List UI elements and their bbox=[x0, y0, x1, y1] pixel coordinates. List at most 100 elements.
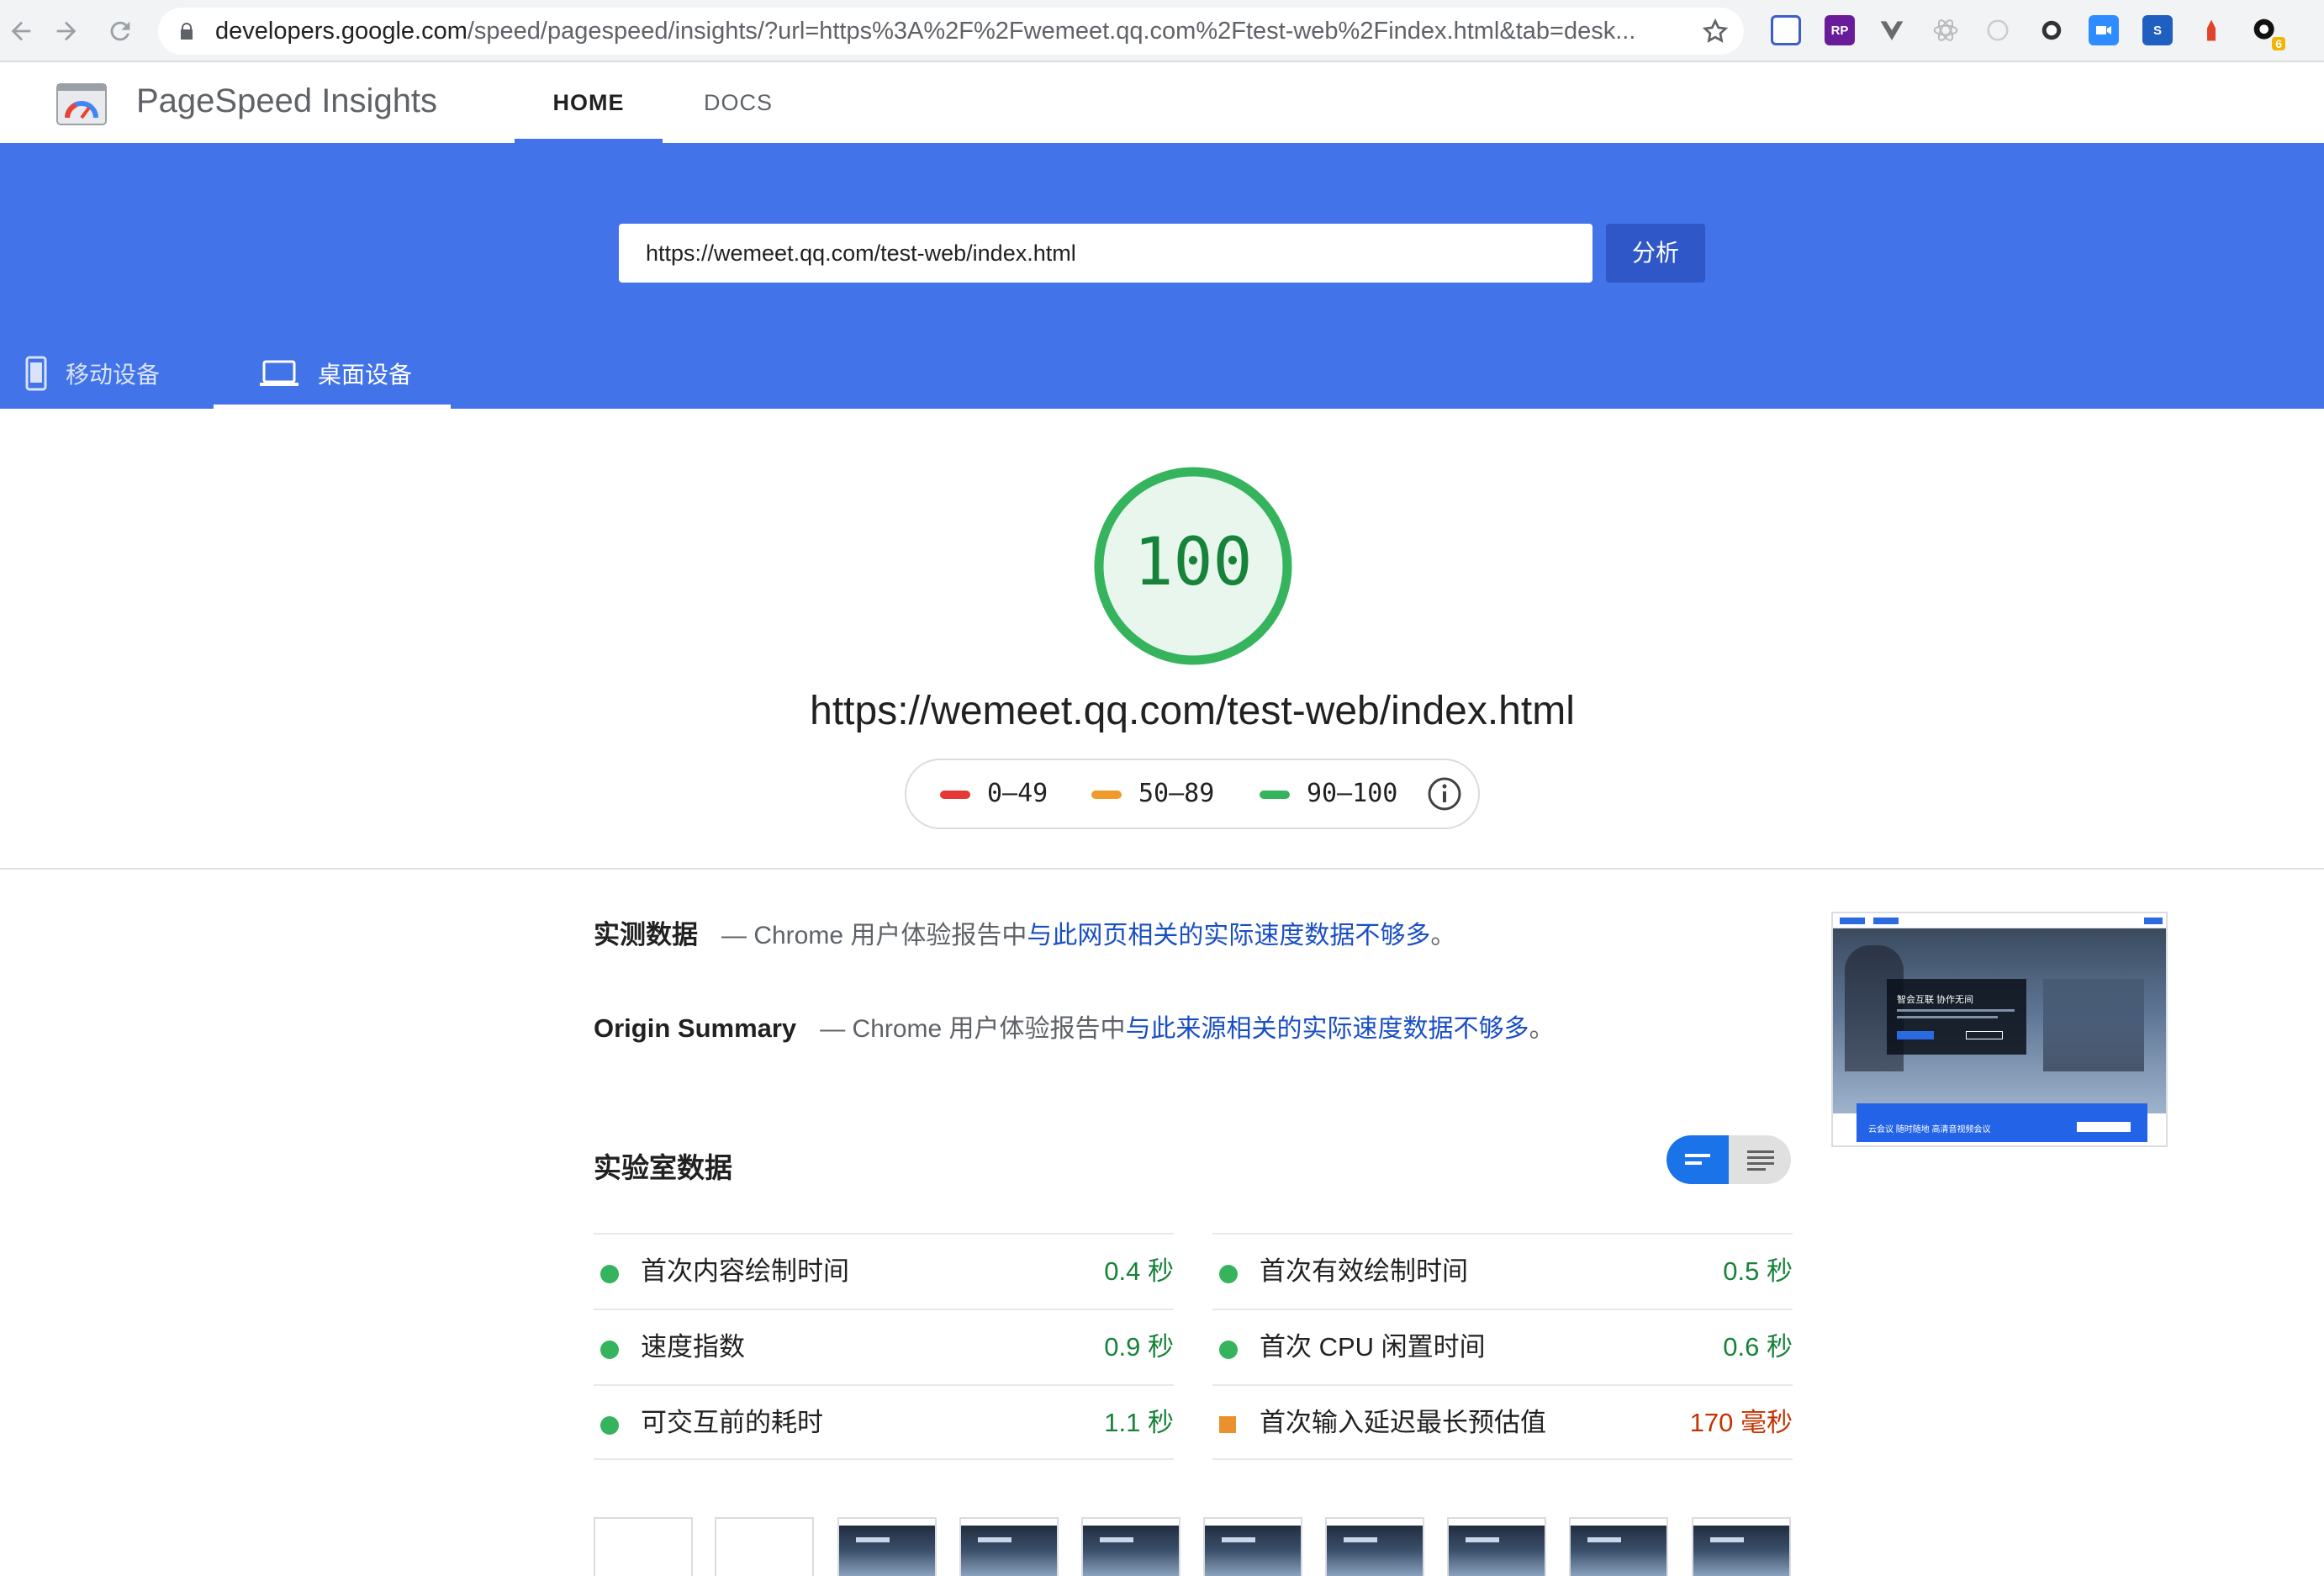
metrics-left-column: 首次内容绘制时间 0.4 秒 速度指数 0.9 秒 可交互前的耗时 1.1 秒 bbox=[594, 1233, 1174, 1460]
metric-row: 首次有效绘制时间 0.5 秒 bbox=[1212, 1233, 1793, 1309]
thumb-banner-text: 云会议 随时随地 高清音视频会议 bbox=[1868, 1125, 1991, 1134]
extension-globe-icon[interactable] bbox=[1771, 15, 1801, 45]
lock-icon bbox=[181, 23, 193, 40]
tab-desktop-label: 桌面设备 bbox=[318, 362, 413, 388]
pass-status-icon bbox=[600, 1265, 619, 1283]
legend-pass-label: 90–100 bbox=[1307, 779, 1398, 808]
forward-button[interactable] bbox=[45, 10, 87, 52]
compact-view-icon bbox=[1685, 1154, 1710, 1165]
metric-value: 1.1 秒 bbox=[1104, 1408, 1174, 1437]
metric-row: 首次输入延迟最长预估值 170 毫秒 bbox=[1212, 1384, 1793, 1460]
legend-average-swatch bbox=[1091, 791, 1122, 799]
metric-value: 0.9 秒 bbox=[1104, 1332, 1174, 1362]
metric-row: 首次内容绘制时间 0.4 秒 bbox=[594, 1233, 1174, 1309]
analysis-hero: 分析 移动设备 桌面设备 bbox=[0, 143, 2324, 409]
extension-person-icon[interactable] bbox=[2196, 15, 2226, 45]
info-icon[interactable] bbox=[1426, 775, 1463, 812]
extension-zoom-icon[interactable] bbox=[2089, 15, 2119, 45]
filmstrip-frame bbox=[1203, 1517, 1302, 1576]
metric-value: 170 毫秒 bbox=[1689, 1408, 1793, 1437]
field-data-link[interactable]: 与此网页相关的实际速度数据不够多 bbox=[1027, 922, 1430, 949]
extension-dark-circle-icon[interactable] bbox=[2036, 15, 2067, 45]
legend-fail-label: 0–49 bbox=[987, 779, 1048, 808]
filmstrip-frame bbox=[1692, 1517, 1791, 1576]
performance-score: 100 bbox=[1133, 525, 1253, 600]
metric-row: 首次 CPU 闲置时间 0.6 秒 bbox=[1212, 1309, 1793, 1384]
app-title: PageSpeed Insights bbox=[136, 82, 438, 119]
back-button[interactable] bbox=[0, 10, 42, 52]
thumb-hero-card: 智会互联 协作无间 bbox=[1887, 979, 2026, 1055]
nav-tab-home[interactable]: HOME bbox=[515, 62, 663, 143]
metric-row: 可交互前的耗时 1.1 秒 bbox=[594, 1384, 1174, 1460]
app-header: PageSpeed Insights HOME DOCS bbox=[0, 62, 2324, 143]
filmstrip-frame bbox=[837, 1517, 937, 1576]
section-divider bbox=[0, 868, 2324, 870]
toggle-compact-option[interactable] bbox=[1666, 1135, 1729, 1184]
thumb-banner: 云会议 随时随地 高清音视频会议 bbox=[1857, 1103, 2147, 1142]
filmstrip-frame bbox=[1081, 1517, 1180, 1576]
extension-vue-icon[interactable] bbox=[1877, 15, 1907, 45]
arrow-right-icon bbox=[56, 21, 77, 41]
metric-value: 0.6 秒 bbox=[1723, 1332, 1793, 1362]
extension-rp-icon[interactable]: RP bbox=[1825, 15, 1855, 45]
average-status-icon bbox=[1219, 1416, 1236, 1433]
field-data-heading: 实测数据 bbox=[594, 920, 698, 949]
score-legend: 0–49 50–89 90–100 bbox=[905, 759, 1480, 829]
legend-average-label: 50–89 bbox=[1138, 779, 1215, 808]
pass-status-icon bbox=[1219, 1265, 1238, 1283]
metric-value: 0.5 秒 bbox=[1723, 1256, 1793, 1286]
phone-icon bbox=[25, 356, 47, 391]
tab-mobile-label: 移动设备 bbox=[66, 362, 161, 388]
filmstrip-frame bbox=[959, 1517, 1059, 1576]
extension-circle-icon[interactable] bbox=[1983, 15, 2013, 45]
field-data-row: 实测数据 — Chrome 用户体验报告中与此网页相关的实际速度数据不够多。 bbox=[594, 913, 1455, 951]
pass-status-icon bbox=[1219, 1341, 1238, 1359]
metrics-view-toggle[interactable] bbox=[1666, 1135, 1791, 1184]
lab-data-heading: 实验室数据 bbox=[594, 1152, 732, 1183]
metric-label: 首次内容绘制时间 bbox=[641, 1256, 849, 1286]
reload-button[interactable] bbox=[99, 10, 141, 52]
filmstrip bbox=[594, 1517, 1793, 1576]
metrics-right-column: 首次有效绘制时间 0.5 秒 首次 CPU 闲置时间 0.6 秒 首次输入延迟最… bbox=[1212, 1233, 1793, 1460]
extension-badge-count: 6 bbox=[2272, 37, 2285, 50]
origin-summary-suffix: 。 bbox=[1529, 1015, 1555, 1043]
pass-status-icon bbox=[600, 1341, 619, 1359]
origin-summary-row: Origin Summary — Chrome 用户体验报告中与此来源相关的实际速… bbox=[594, 1007, 1555, 1044]
filmstrip-frame bbox=[1325, 1517, 1424, 1576]
filmstrip-frame bbox=[1569, 1517, 1668, 1576]
tab-mobile[interactable]: 移动设备 bbox=[25, 338, 193, 409]
bookmark-star-icon[interactable] bbox=[1702, 18, 1729, 45]
metric-row: 速度指数 0.9 秒 bbox=[594, 1309, 1174, 1384]
metric-value: 0.4 秒 bbox=[1104, 1256, 1174, 1286]
url-text: developers.google.com/speed/pagespeed/in… bbox=[215, 18, 1636, 45]
pass-status-icon bbox=[600, 1416, 619, 1435]
arrow-left-icon bbox=[11, 21, 31, 41]
tested-url: https://wemeet.qq.com/test-web/index.htm… bbox=[810, 689, 1575, 733]
laptop-icon bbox=[260, 360, 298, 386]
expanded-view-icon[interactable] bbox=[1746, 1149, 1776, 1171]
thumb-hero-image: 智会互联 协作无间 bbox=[1833, 928, 2166, 1113]
nav-tab-docs[interactable]: DOCS bbox=[691, 62, 785, 143]
legend-pass-swatch bbox=[1260, 791, 1290, 799]
field-data-suffix: 。 bbox=[1430, 922, 1456, 949]
pagespeed-logo-icon bbox=[56, 83, 107, 125]
metric-label: 速度指数 bbox=[641, 1332, 745, 1362]
origin-summary-text: — Chrome 用户体验报告中 bbox=[820, 1015, 1126, 1043]
thumb-hero-title: 智会互联 协作无间 bbox=[1897, 995, 1974, 1005]
thumb-navbar bbox=[1833, 913, 2166, 928]
extension-badge-icon[interactable]: 6 bbox=[2250, 15, 2285, 50]
tab-desktop[interactable]: 桌面设备 bbox=[214, 338, 451, 409]
url-input[interactable] bbox=[619, 224, 1592, 283]
origin-summary-link[interactable]: 与此来源相关的实际速度数据不够多 bbox=[1126, 1015, 1529, 1043]
browser-toolbar: developers.google.com/speed/pagespeed/in… bbox=[0, 0, 2324, 62]
reload-icon bbox=[110, 21, 130, 41]
metric-label: 首次输入延迟最长预估值 bbox=[1260, 1408, 1546, 1437]
extension-react-icon[interactable] bbox=[1931, 15, 1961, 45]
metric-label: 首次有效绘制时间 bbox=[1260, 1256, 1468, 1286]
final-screenshot: 智会互联 协作无间 云会议 随时随地 高清音视频会议 bbox=[1831, 912, 2168, 1147]
address-bar[interactable]: developers.google.com/speed/pagespeed/in… bbox=[158, 8, 1744, 55]
legend-fail-swatch bbox=[940, 791, 970, 799]
extension-s-icon[interactable]: S bbox=[2142, 15, 2173, 45]
metric-label: 首次 CPU 闲置时间 bbox=[1260, 1332, 1486, 1362]
analyze-button[interactable]: 分析 bbox=[1606, 224, 1705, 283]
